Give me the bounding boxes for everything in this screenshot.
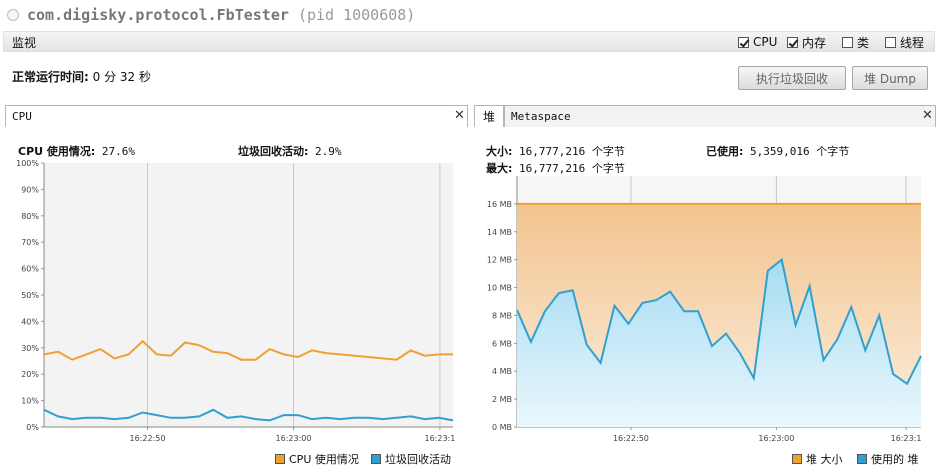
monitor-label: 监视 [12, 36, 37, 50]
x-tick-label: 16:23:00 [276, 434, 312, 443]
y-tick-label: 8 MB [492, 311, 512, 320]
heap-max-stat: 最大: 16,777,216 个字节 [486, 160, 625, 176]
uptime-value: 0 分 32 秒 [92, 70, 151, 84]
close-memory-panel-icon[interactable]: ✕ [922, 108, 933, 123]
status-circle-icon [7, 9, 19, 21]
legend-swatch-orange [275, 454, 285, 464]
perform-gc-button[interactable]: 执行垃圾回收 [738, 66, 846, 90]
heap-size-stat: 大小: 16,777,216 个字节 [486, 143, 625, 159]
legend-swatch-blue [371, 454, 381, 464]
checkbox-label: 线程 [900, 35, 925, 50]
gc-activity-value: 2.9% [315, 145, 342, 158]
checkbox-label: 内存 [802, 35, 827, 50]
tab-cpu[interactable]: CPU [5, 105, 468, 127]
y-tick-label: 10% [21, 397, 39, 406]
y-tick-label: 4 MB [492, 367, 512, 376]
gc-activity-stat: 垃圾回收活动: 2.9% [238, 143, 342, 159]
y-tick-label: 16 MB [487, 200, 512, 209]
x-tick-label: 16:22:50 [613, 434, 649, 443]
y-tick-label: 10 MB [487, 284, 512, 293]
tab-cpu-label: CPU [12, 110, 32, 123]
x-tick-label: 16:23:1 [891, 434, 922, 443]
x-tick-label: 16:23:00 [758, 434, 794, 443]
heap-used-stat: 已使用: 5,359,016 个字节 [706, 143, 849, 159]
cpu-usage-stat: CPU 使用情况: 27.6% [18, 143, 135, 159]
checkbox-cpu[interactable]: CPU [738, 35, 777, 49]
x-tick-label: 16:23:1 [424, 434, 455, 443]
app-name: com.digisky.protocol.FbTester [27, 6, 289, 24]
legend-gc-activity: 垃圾回收活动 [371, 451, 451, 467]
tab-heap-label: 堆 [483, 110, 496, 124]
legend-label: 堆 大小 [806, 453, 843, 466]
cpu-usage-label: CPU 使用情况: [18, 145, 96, 158]
checkbox-unchecked-icon[interactable] [885, 36, 896, 48]
legend-swatch-orange [792, 454, 802, 464]
checkbox-classes[interactable]: 类 [842, 35, 870, 50]
y-tick-label: 14 MB [487, 228, 512, 237]
checkbox-unchecked-icon[interactable] [842, 36, 853, 48]
heap-dump-button[interactable]: 堆 Dump [852, 66, 928, 90]
heap-size-label: 大小: [486, 145, 513, 158]
x-tick-label: 16:22:50 [130, 434, 166, 443]
y-tick-label: 60% [21, 265, 39, 274]
checkbox-memory[interactable]: 内存 [787, 35, 827, 50]
y-tick-label: 0% [26, 423, 39, 432]
heap-max-label: 最大: [486, 162, 513, 175]
legend-label: CPU 使用情况 [289, 453, 359, 466]
y-tick-label: 6 MB [492, 339, 512, 348]
checkbox-checked-icon[interactable] [787, 36, 798, 48]
checkbox-label: CPU [753, 35, 778, 49]
tab-metaspace[interactable]: Metaspace [504, 105, 936, 127]
y-tick-label: 80% [21, 212, 39, 221]
y-tick-label: 50% [21, 291, 39, 300]
y-tick-label: 100% [16, 160, 39, 168]
legend-label: 使用的 堆 [871, 453, 919, 466]
pid-text: (pid 1000608) [297, 6, 416, 24]
checkbox-label: 类 [857, 35, 870, 50]
cpu-usage-value: 27.6% [101, 145, 136, 158]
gc-activity-label: 垃圾回收活动: [238, 145, 309, 158]
legend-swatch-blue [857, 454, 867, 464]
checkbox-checked-icon[interactable] [738, 36, 749, 48]
tab-metaspace-label: Metaspace [511, 110, 571, 123]
y-tick-label: 20% [21, 370, 39, 379]
cpu-chart: 0% 10% 20% 30% 40% 50% 60% 70% 80% 90% 100% 16:22:5… [16, 160, 455, 443]
legend-heap-used: 使用的 堆 [857, 451, 919, 467]
y-tick-label: 30% [21, 344, 39, 353]
heap-used-value: 5,359,016 个字节 [750, 145, 850, 158]
tab-heap[interactable]: 堆 [474, 105, 504, 127]
y-tick-label: 2 MB [492, 395, 512, 404]
y-tick-label: 12 MB [487, 256, 512, 265]
legend-cpu-usage: CPU 使用情况 [275, 451, 359, 467]
close-cpu-panel-icon[interactable]: ✕ [454, 108, 465, 123]
heap-max-value: 16,777,216 个字节 [519, 162, 625, 175]
plot-background [44, 163, 453, 427]
heap-chart: 0 MB 2 MB 4 MB 6 MB 8 MB 10 MB 12 MB 14 MB 16 MB… [487, 176, 922, 443]
heap-used-label: 已使用: [706, 145, 744, 158]
y-tick-label: 90% [21, 185, 39, 194]
legend-label: 垃圾回收活动 [385, 453, 451, 466]
y-tick-label: 70% [21, 238, 39, 247]
y-tick-label: 40% [21, 317, 39, 326]
uptime-label: 正常运行时间: [12, 70, 89, 84]
uptime: 正常运行时间: 0 分 32 秒 [12, 68, 151, 85]
y-tick-label: 0 MB [492, 423, 512, 432]
legend-heap-size: 堆 大小 [792, 451, 843, 467]
window-title: com.digisky.protocol.FbTester (pid 10006… [27, 6, 415, 24]
checkbox-threads[interactable]: 线程 [885, 35, 925, 50]
heap-size-value: 16,777,216 个字节 [519, 145, 625, 158]
